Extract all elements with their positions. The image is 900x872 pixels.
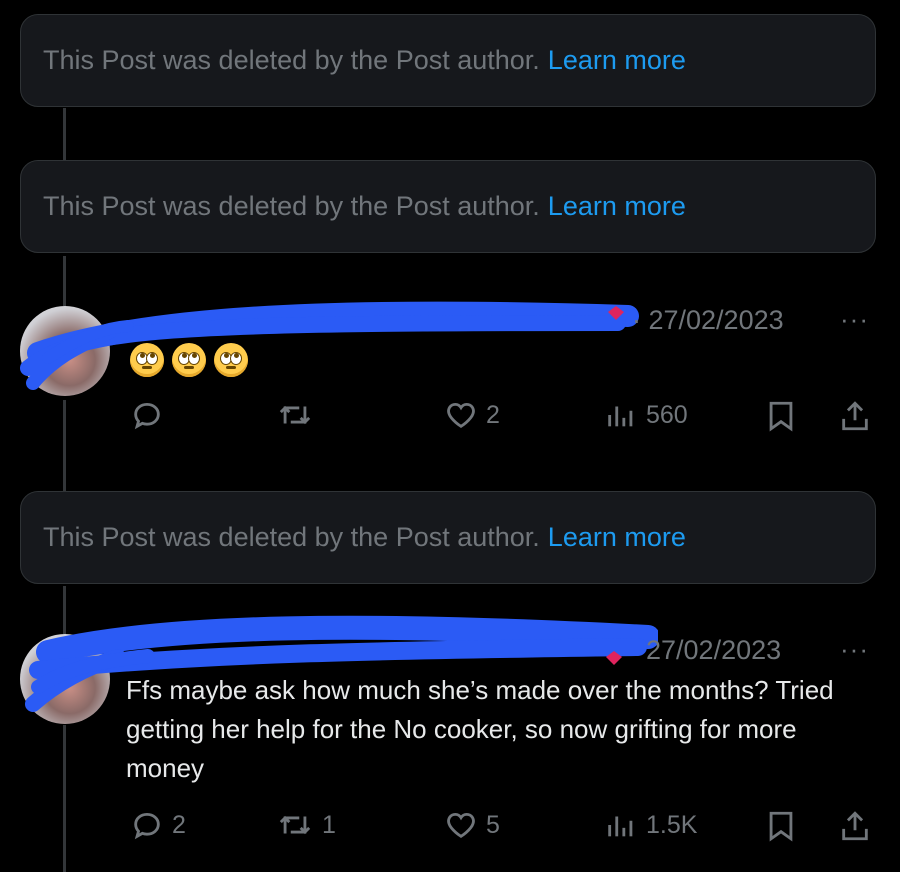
bookmark-icon <box>769 401 793 432</box>
reply-icon <box>134 812 160 840</box>
repost-icon <box>279 405 311 425</box>
repost-button[interactable]: 1 <box>276 808 336 842</box>
learn-more-link[interactable]: Learn more <box>548 522 686 553</box>
deleted-post-notice: This Post was deleted by the Post author… <box>20 160 876 253</box>
share-button[interactable] <box>838 398 872 434</box>
like-count: 5 <box>486 810 500 839</box>
learn-more-link[interactable]: Learn more <box>548 191 686 222</box>
bookmark-button[interactable] <box>764 398 798 434</box>
like-count: 2 <box>486 400 500 429</box>
views-count: 1.5K <box>646 810 698 839</box>
repost-count: 1 <box>322 810 336 839</box>
heart-icon <box>447 402 475 429</box>
views-button[interactable]: 560 <box>604 398 688 432</box>
reply-icon <box>134 402 160 430</box>
reply-button[interactable]: 2 <box>130 808 186 842</box>
deleted-notice-text: This Post was deleted by the Post author… <box>43 522 540 552</box>
reply-count: 2 <box>172 810 186 839</box>
learn-more-link[interactable]: Learn more <box>548 45 686 76</box>
deleted-notice-text: This Post was deleted by the Post author… <box>43 45 540 75</box>
more-options-button[interactable]: ··· <box>840 304 869 335</box>
views-icon <box>608 406 633 427</box>
deleted-post-notice: This Post was deleted by the Post author… <box>20 491 876 584</box>
rolling-eyes-emoji-icon <box>172 343 206 377</box>
thread-line-3 <box>63 400 66 492</box>
bookmark-button[interactable] <box>764 808 798 844</box>
deleted-notice-text: This Post was deleted by the Post author… <box>43 191 540 221</box>
views-icon <box>608 816 633 837</box>
heart-icon <box>447 812 475 839</box>
share-icon <box>842 401 868 431</box>
more-options-button[interactable]: ··· <box>840 634 869 665</box>
like-button[interactable]: 5 <box>444 808 500 842</box>
reply-button[interactable] <box>130 398 172 432</box>
like-button[interactable]: 2 <box>444 398 500 432</box>
share-button[interactable] <box>838 808 872 844</box>
thread-line-1 <box>63 108 66 160</box>
repost-icon <box>279 815 311 835</box>
post-date[interactable]: 27/02/2023 <box>646 635 781 666</box>
post-text: Ffs maybe ask how much she’s made over t… <box>126 675 834 783</box>
rolling-eyes-emoji-icon <box>214 343 248 377</box>
rolling-eyes-emoji-icon <box>130 343 164 377</box>
repost-button[interactable] <box>276 398 322 432</box>
post-date[interactable]: · 27/02/2023 <box>632 305 784 336</box>
post-emoji-content <box>130 343 248 377</box>
views-button[interactable]: 1.5K <box>604 808 697 842</box>
bookmark-icon <box>769 811 793 842</box>
redaction-scribble <box>20 301 639 390</box>
deleted-post-notice: This Post was deleted by the Post author… <box>20 14 876 107</box>
thread-line-5 <box>63 725 66 872</box>
views-count: 560 <box>646 400 688 429</box>
share-icon <box>842 811 868 841</box>
